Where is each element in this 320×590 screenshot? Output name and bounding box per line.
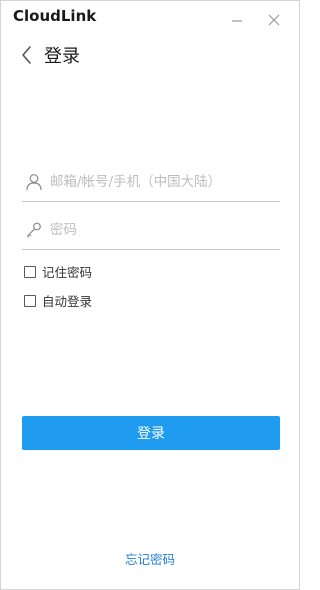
login-button[interactable]: 登录 xyxy=(22,416,280,450)
auto-login-checkbox[interactable] xyxy=(24,294,36,307)
app-title: CloudLink xyxy=(13,7,97,25)
account-input[interactable] xyxy=(50,174,275,190)
account-field xyxy=(22,163,280,202)
auto-login-option[interactable]: 自动登录 xyxy=(24,291,92,310)
minimize-icon[interactable] xyxy=(228,11,246,29)
title-bar[interactable]: CloudLink xyxy=(1,1,299,37)
login-window: CloudLink 登录 邮箱/帐号/手机（中国大陆） 记住密码 自动登录 登录… xyxy=(0,0,300,590)
remember-password-option[interactable]: 记住密码 xyxy=(24,262,92,281)
chevron-left-icon[interactable] xyxy=(19,43,35,67)
key-icon xyxy=(24,220,44,240)
password-field xyxy=(22,211,280,250)
forgot-password-link[interactable]: 忘记密码 xyxy=(1,549,299,568)
remember-password-checkbox[interactable] xyxy=(24,265,36,278)
auto-login-label: 自动登录 xyxy=(42,294,93,309)
close-icon[interactable] xyxy=(265,11,283,29)
page-header: 登录 xyxy=(19,41,80,69)
password-input[interactable] xyxy=(50,222,275,238)
page-title: 登录 xyxy=(44,46,80,67)
remember-password-label: 记住密码 xyxy=(42,265,93,280)
user-icon xyxy=(24,172,44,192)
